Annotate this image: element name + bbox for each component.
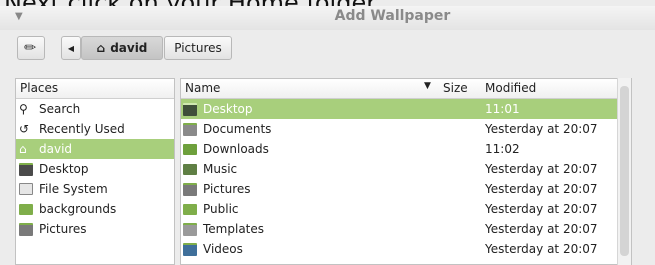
path-home-button[interactable]: ⌂ david bbox=[81, 36, 163, 60]
file-name: Public bbox=[203, 202, 239, 216]
home-icon: ⌂ bbox=[19, 142, 27, 156]
file-name: Videos bbox=[203, 242, 243, 256]
edit-location-button[interactable]: ✎ bbox=[17, 36, 45, 60]
recent-icon: ↺ bbox=[19, 122, 30, 136]
places-item-desktop[interactable]: Desktop bbox=[16, 159, 174, 179]
add-wallpaper-dialog: ▼ Add Wallpaper ✎ ◀ ⌂ david Pictures Pla… bbox=[0, 6, 655, 265]
places-item-search[interactable]: ⚲ Search bbox=[16, 99, 174, 119]
file-name: Downloads bbox=[203, 142, 269, 156]
places-item-pictures[interactable]: Pictures bbox=[16, 219, 174, 239]
places-item-label: Desktop bbox=[39, 162, 89, 176]
places-item-file-system[interactable]: File System bbox=[16, 179, 174, 199]
places-item-label: File System bbox=[39, 182, 108, 196]
home-icon: ⌂ bbox=[96, 41, 106, 55]
file-list-header: Name ▼ Size Modified bbox=[181, 79, 631, 99]
file-modified: 11:01 bbox=[485, 102, 520, 116]
file-row[interactable]: Templates Yesterday at 20:07 bbox=[181, 219, 631, 239]
file-row[interactable]: Documents Yesterday at 20:07 bbox=[181, 119, 631, 139]
file-name: Documents bbox=[203, 122, 272, 136]
places-sidebar: Places ⚲ Search ↺ Recently Used ⌂ david … bbox=[15, 78, 175, 265]
public-folder-icon bbox=[183, 203, 197, 215]
desktop-folder-icon bbox=[183, 102, 197, 116]
column-name[interactable]: Name bbox=[185, 81, 220, 95]
file-modified: 11:02 bbox=[485, 142, 520, 156]
file-row[interactable]: Videos Yesterday at 20:07 bbox=[181, 239, 631, 259]
scrollbar-thumb[interactable] bbox=[620, 86, 629, 256]
places-item-recently-used[interactable]: ↺ Recently Used bbox=[16, 119, 174, 139]
file-row[interactable]: Downloads 11:02 bbox=[181, 139, 631, 159]
column-size[interactable]: Size bbox=[443, 81, 468, 95]
file-name: Desktop bbox=[203, 102, 253, 116]
places-item-backgrounds[interactable]: backgrounds bbox=[16, 199, 174, 219]
pictures-folder-icon bbox=[183, 182, 197, 196]
places-item-label: Search bbox=[39, 102, 81, 116]
downloads-folder-icon bbox=[183, 143, 197, 155]
places-item-label: Recently Used bbox=[39, 122, 125, 136]
places-item-label: backgrounds bbox=[39, 202, 117, 216]
file-row[interactable]: Desktop 11:01 bbox=[181, 99, 631, 119]
file-list: Name ▼ Size Modified Desktop 11:01 Docum… bbox=[180, 78, 632, 265]
file-modified: Yesterday at 20:07 bbox=[485, 162, 598, 176]
left-arrow-icon: ◀ bbox=[67, 43, 75, 53]
places-header[interactable]: Places bbox=[16, 79, 174, 99]
desktop-icon bbox=[19, 162, 33, 176]
file-modified: Yesterday at 20:07 bbox=[485, 222, 598, 236]
path-pictures-button[interactable]: Pictures bbox=[164, 36, 232, 60]
column-modified[interactable]: Modified bbox=[485, 81, 536, 95]
places-item-david[interactable]: ⌂ david bbox=[16, 139, 174, 159]
path-home-label: david bbox=[110, 41, 148, 55]
path-pictures-label: Pictures bbox=[174, 41, 222, 55]
folder-icon bbox=[19, 203, 33, 215]
file-row[interactable]: Pictures Yesterday at 20:07 bbox=[181, 179, 631, 199]
music-folder-icon bbox=[183, 163, 197, 175]
pencil-icon: ✎ bbox=[21, 38, 41, 58]
documents-folder-icon bbox=[183, 122, 197, 136]
file-modified: Yesterday at 20:07 bbox=[485, 202, 598, 216]
file-modified: Yesterday at 20:07 bbox=[485, 122, 598, 136]
file-name: Music bbox=[203, 162, 238, 176]
templates-folder-icon bbox=[183, 222, 197, 236]
file-name: Pictures bbox=[203, 182, 251, 196]
title-bar: ▼ Add Wallpaper bbox=[0, 6, 655, 30]
file-row[interactable]: Public Yesterday at 20:07 bbox=[181, 199, 631, 219]
places-item-label: david bbox=[39, 142, 73, 156]
drive-icon bbox=[19, 183, 33, 195]
location-toolbar: ✎ ◀ ⌂ david Pictures bbox=[0, 36, 655, 62]
file-list-scrollbar[interactable] bbox=[617, 78, 631, 265]
file-modified: Yesterday at 20:07 bbox=[485, 182, 598, 196]
search-icon: ⚲ bbox=[19, 102, 28, 116]
places-header-label: Places bbox=[20, 81, 59, 95]
file-name: Templates bbox=[203, 222, 265, 236]
places-item-label: Pictures bbox=[39, 222, 87, 236]
window-title: Add Wallpaper bbox=[334, 8, 451, 24]
path-back-button[interactable]: ◀ bbox=[61, 36, 81, 60]
videos-folder-icon bbox=[183, 242, 197, 256]
pictures-folder-icon bbox=[19, 222, 33, 236]
sort-descending-icon: ▼ bbox=[424, 81, 431, 91]
file-modified: Yesterday at 20:07 bbox=[485, 242, 598, 256]
file-row[interactable]: Music Yesterday at 20:07 bbox=[181, 159, 631, 179]
